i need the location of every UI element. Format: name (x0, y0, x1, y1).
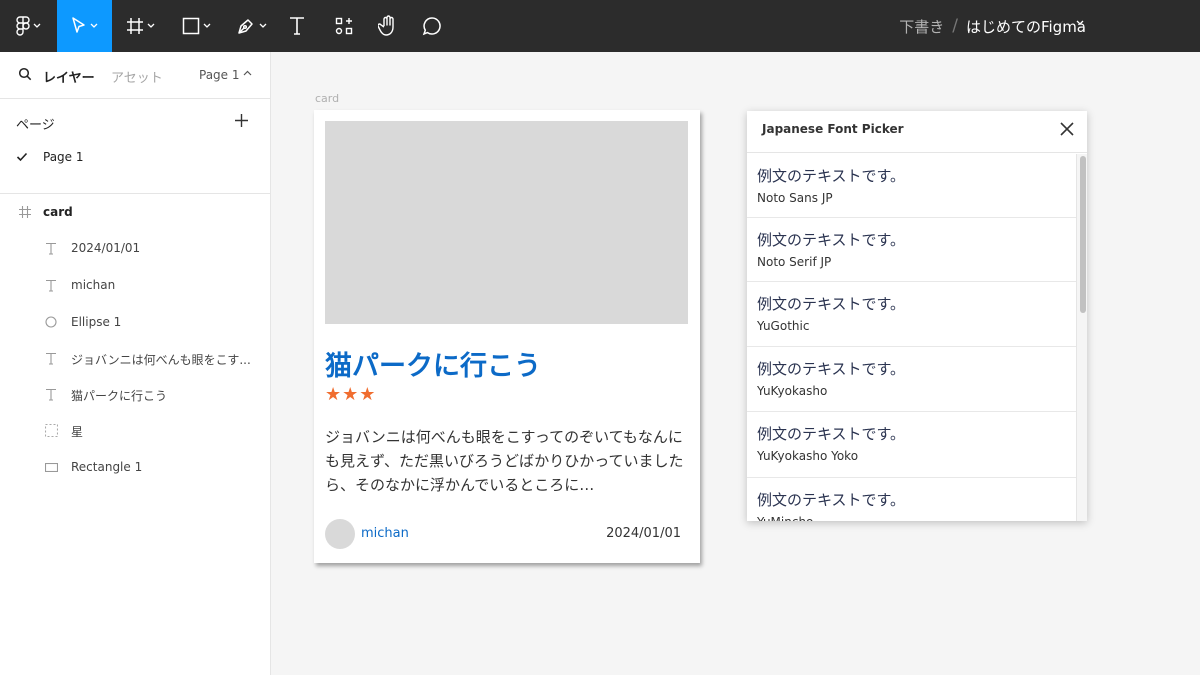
chevron-down-icon (147, 23, 154, 28)
text-icon (44, 387, 58, 401)
font-sample-text: 例文のテキストです。 (757, 295, 906, 313)
frame-icon (18, 205, 32, 219)
search-icon[interactable] (18, 67, 32, 81)
font-option[interactable]: 例文のテキストです。 YuKyokasho Yoko (747, 412, 1076, 478)
move-tool-button[interactable] (57, 0, 112, 52)
text-icon (44, 278, 58, 292)
chevron-up-icon[interactable] (243, 70, 252, 77)
layer-rectangle[interactable]: Rectangle 1 (0, 452, 270, 482)
plus-icon[interactable] (234, 113, 249, 128)
chevron-down-icon (33, 23, 41, 28)
left-panel: レイヤー アセット Page 1 ページ Page 1 card 2024/01… (0, 52, 271, 675)
shape-tool-button[interactable] (168, 0, 224, 52)
author-name[interactable]: michan (361, 526, 409, 541)
card-frame[interactable]: 猫パークに行こう ★★★ ジョバンニは何べんも眼をこすってのぞいてもなんにも見え… (314, 110, 700, 563)
page-list-item[interactable]: Page 1 (43, 150, 84, 164)
hand-icon (378, 15, 394, 36)
file-name[interactable]: はじめてのFigma (966, 16, 1086, 37)
tab-layers[interactable]: レイヤー (43, 67, 95, 86)
font-name: YuGothic (757, 319, 810, 333)
divider (0, 193, 270, 194)
resources-tool-button[interactable] (326, 0, 362, 52)
layer-ellipse[interactable]: Ellipse 1 (0, 307, 270, 337)
pages-label: ページ (16, 118, 55, 133)
chevron-down-icon (259, 23, 266, 28)
font-name: Noto Sans JP (757, 191, 833, 205)
main-menu-button[interactable] (0, 0, 57, 52)
toolbar: 下書き / はじめてのFigma (0, 0, 1200, 52)
font-sample-text: 例文のテキストです。 (757, 425, 906, 443)
layer-label: ジョバンニは何べんも眼をこす... (71, 353, 251, 367)
scrollbar[interactable] (1076, 154, 1087, 521)
pen-tool-button[interactable] (224, 0, 278, 52)
comment-icon (422, 17, 441, 36)
font-sample-text: 例文のテキストです。 (757, 231, 906, 249)
text-icon (44, 241, 58, 255)
layer-body-text[interactable]: ジョバンニは何べんも眼をこす... (0, 343, 270, 373)
breadcrumb-drafts[interactable]: 下書き (899, 16, 944, 37)
pen-icon (237, 19, 253, 34)
frame-label[interactable]: card (315, 92, 339, 105)
font-list[interactable]: 例文のテキストです。 Noto Sans JP 例文のテキストです。 Noto … (747, 154, 1076, 521)
scrollbar-thumb[interactable] (1080, 156, 1086, 313)
card-body-text[interactable]: ジョバンニは何べんも眼をこすってのぞいてもなんにも見えず、ただ黒いびろうどばかり… (325, 425, 689, 497)
panel-header: レイヤー アセット Page 1 (0, 52, 270, 99)
figma-logo-icon (16, 16, 30, 36)
font-picker-panel: Japanese Font Picker 例文のテキストです。 Noto San… (747, 111, 1087, 521)
resources-icon (335, 17, 353, 35)
font-option[interactable]: 例文のテキストです。 YuKyokasho (747, 347, 1076, 412)
image-placeholder[interactable] (325, 121, 688, 324)
hand-tool-button[interactable] (370, 0, 406, 52)
layer-label: Ellipse 1 (71, 315, 122, 329)
layer-title[interactable]: 猫パークに行こう (0, 379, 270, 409)
font-picker-header: Japanese Font Picker (747, 111, 1087, 153)
page-selector[interactable]: Page 1 (199, 68, 240, 82)
font-name: YuKyokasho Yoko (757, 449, 859, 463)
frame-icon (126, 18, 143, 34)
rectangle-icon (44, 460, 58, 474)
font-name: Noto Serif JP (757, 255, 832, 269)
close-icon[interactable] (1059, 121, 1075, 137)
layer-card[interactable]: card (0, 197, 270, 227)
layer-label: 星 (71, 425, 84, 439)
text-icon (44, 351, 58, 365)
font-sample-text: 例文のテキストです。 (757, 360, 906, 378)
comment-tool-button[interactable] (414, 0, 450, 52)
layer-label: 猫パークに行こう (71, 389, 168, 403)
font-option[interactable]: 例文のテキストです。 YuGothic (747, 282, 1076, 347)
font-option[interactable]: 例文のテキストです。 Noto Serif JP (747, 218, 1076, 282)
layer-stars[interactable]: 星 (0, 415, 270, 445)
cursor-icon (72, 17, 85, 33)
text-icon (290, 17, 304, 35)
layer-label: michan (71, 278, 116, 292)
chevron-down-icon[interactable] (1075, 19, 1085, 27)
file-breadcrumb[interactable]: 下書き / はじめてのFigma (899, 0, 1086, 52)
font-option[interactable]: 例文のテキストです。 YuMincho (747, 478, 1076, 521)
text-tool-button[interactable] (278, 0, 316, 52)
avatar[interactable] (325, 519, 355, 549)
rectangle-icon (182, 17, 199, 35)
breadcrumb-separator: / (952, 16, 958, 36)
font-option[interactable]: 例文のテキストです。 Noto Sans JP (747, 154, 1076, 218)
frame-tool-button[interactable] (112, 0, 168, 52)
layer-author[interactable]: michan (0, 270, 270, 300)
layer-date[interactable]: 2024/01/01 (0, 233, 270, 263)
font-name: YuKyokasho (757, 384, 828, 398)
card-title[interactable]: 猫パークに行こう (325, 344, 541, 383)
ellipse-icon (44, 315, 58, 329)
star-rating[interactable]: ★★★ (325, 384, 376, 405)
layer-label: card (43, 205, 73, 219)
group-icon (44, 423, 58, 437)
layer-label: Rectangle 1 (71, 460, 143, 474)
font-name: YuMincho (757, 515, 813, 521)
layer-label: 2024/01/01 (71, 241, 141, 255)
chevron-down-icon (90, 23, 98, 28)
check-icon (16, 152, 28, 162)
font-sample-text: 例文のテキストです。 (757, 167, 906, 185)
chevron-down-icon (203, 23, 210, 28)
font-picker-title: Japanese Font Picker (762, 122, 904, 136)
tab-assets[interactable]: アセット (111, 67, 163, 86)
font-sample-text: 例文のテキストです。 (757, 491, 906, 509)
post-date[interactable]: 2024/01/01 (606, 526, 681, 541)
